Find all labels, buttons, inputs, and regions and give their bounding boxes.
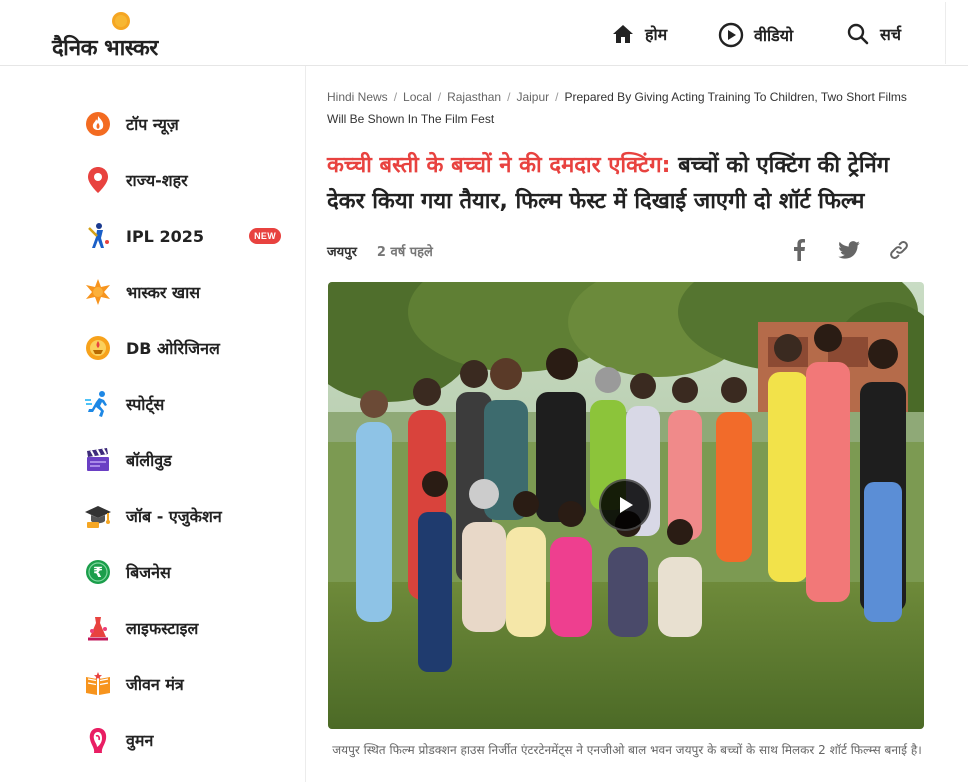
breadcrumb-link[interactable]: Hindi News [327, 90, 388, 104]
star-burst-icon [84, 278, 112, 306]
article-main: Hindi News / Local / Rajasthan / Jaipur / Prepar… [307, 66, 943, 782]
sidebar-item-label: जीवन मंत्र [126, 675, 184, 694]
sidebar-item-label: टॉप न्यूज़ [126, 115, 179, 134]
twitter-icon [838, 241, 860, 259]
cricket-batsman-icon [84, 222, 112, 250]
nav-video[interactable]: वीडियो [718, 22, 793, 48]
sun-logo-icon [112, 12, 130, 30]
rupee-coin-icon: ₹ [84, 558, 112, 586]
breadcrumb-link[interactable]: Rajasthan [447, 90, 501, 104]
share-facebook-button[interactable] [787, 238, 811, 262]
breadcrumb-separator: / [437, 90, 442, 104]
nav-video-label: वीडियो [754, 26, 794, 45]
search-icon [847, 23, 869, 45]
sidebar-item-db-original[interactable]: DB ओरिजिनल [84, 331, 289, 365]
top-header: दैनिक भास्कर होम वीडियो सर्च [0, 0, 968, 66]
sidebar-item-label: बॉलीवुड [126, 451, 172, 470]
sidebar-item-label: भास्कर खास [126, 283, 201, 302]
new-badge: NEW [249, 228, 281, 244]
nav-search-label: सर्च [880, 25, 901, 44]
sidebar-item-label: DB ओरिजिनल [126, 339, 220, 358]
sidebar-item-label: लाइफस्टाइल [126, 619, 199, 638]
article-image[interactable] [328, 282, 924, 729]
article-city[interactable]: जयपुर [327, 242, 357, 260]
article-headline: कच्ची बस्ती के बच्चों ने की दमदार एक्टिं… [327, 148, 927, 220]
home-icon [613, 25, 633, 43]
link-icon [890, 240, 908, 260]
sidebar-item-job-education[interactable]: जॉब - एजुकेशन [84, 499, 289, 533]
logo-text: दैनिक भास्कर [52, 36, 158, 61]
clapperboard-icon [84, 446, 112, 474]
woman-icon [84, 726, 112, 754]
sidebar-item-business[interactable]: ₹ बिजनेस [84, 555, 289, 589]
sidebar-item-label: जॉब - एजुकेशन [126, 507, 222, 526]
breadcrumb-separator: / [507, 90, 511, 104]
video-play-button[interactable] [599, 479, 651, 531]
breadcrumb: Hindi News / Local / Rajasthan / Jaipur / Prepar… [327, 86, 927, 130]
graduation-cap-icon [84, 502, 112, 530]
sidebar-item-ipl[interactable]: IPL 2025 NEW [84, 219, 289, 253]
sidebar-item-label: राज्य-शहर [126, 171, 188, 190]
lamp-icon [84, 334, 112, 362]
sidebar-item-jeevan-mantra[interactable]: जीवन मंत्र [84, 667, 289, 701]
sidebar-item-label: स्पोर्ट्स [126, 395, 165, 414]
nav-search[interactable]: सर्च [846, 22, 901, 46]
sidebar-item-lifestyle[interactable]: लाइफस्टाइल [84, 611, 289, 645]
sidebar-item-state-city[interactable]: राज्य-शहर [84, 163, 289, 197]
breadcrumb-separator: / [393, 90, 398, 104]
copy-link-button[interactable] [887, 238, 911, 262]
sidebar-item-label: बिजनेस [126, 563, 171, 582]
header-bar: दैनिक भास्कर होम वीडियो सर्च [0, 2, 946, 64]
site-logo[interactable]: दैनिक भास्कर [52, 10, 197, 61]
breadcrumb-separator: / [555, 90, 559, 104]
sidebar-item-label: वुमन [126, 731, 154, 750]
play-icon [620, 497, 633, 513]
nav-home[interactable]: होम [611, 22, 667, 46]
sidebar-item-sports[interactable]: स्पोर्ट्स [84, 387, 289, 421]
headline-highlight: कच्ची बस्ती के बच्चों ने की दमदार एक्टिं… [327, 153, 671, 178]
sidebar-item-woman[interactable]: वुमन [84, 723, 289, 757]
sidebar-item-bhaskar-khas[interactable]: भास्कर खास [84, 275, 289, 309]
image-caption: जयपुर स्थित फिल्म प्रोडक्शन हाउस निर्जीत… [332, 743, 922, 757]
location-pin-icon [84, 166, 112, 194]
sidebar-item-label: IPL 2025 [126, 226, 204, 246]
article-meta: जयपुर 2 वर्ष पहले [327, 242, 433, 260]
dress-icon [84, 614, 112, 642]
article-time: 2 वर्ष पहले [376, 245, 433, 260]
flame-icon [84, 110, 112, 138]
book-icon [84, 670, 112, 698]
breadcrumb-link[interactable]: Jaipur [516, 90, 549, 104]
breadcrumb-link[interactable]: Local [403, 90, 432, 104]
nav-home-label: होम [645, 25, 668, 44]
sidebar-item-top-news[interactable]: टॉप न्यूज़ [84, 107, 289, 141]
facebook-icon [794, 239, 805, 261]
play-circle-icon [718, 22, 744, 48]
share-twitter-button[interactable] [837, 238, 861, 262]
sidebar: टॉप न्यूज़ राज्य-शहर IPL 2025 NEW भास्कर… [0, 66, 306, 782]
svg-text:₹: ₹ [93, 565, 103, 581]
sidebar-item-bollywood[interactable]: बॉलीवुड [84, 443, 289, 477]
runner-icon [84, 390, 112, 418]
